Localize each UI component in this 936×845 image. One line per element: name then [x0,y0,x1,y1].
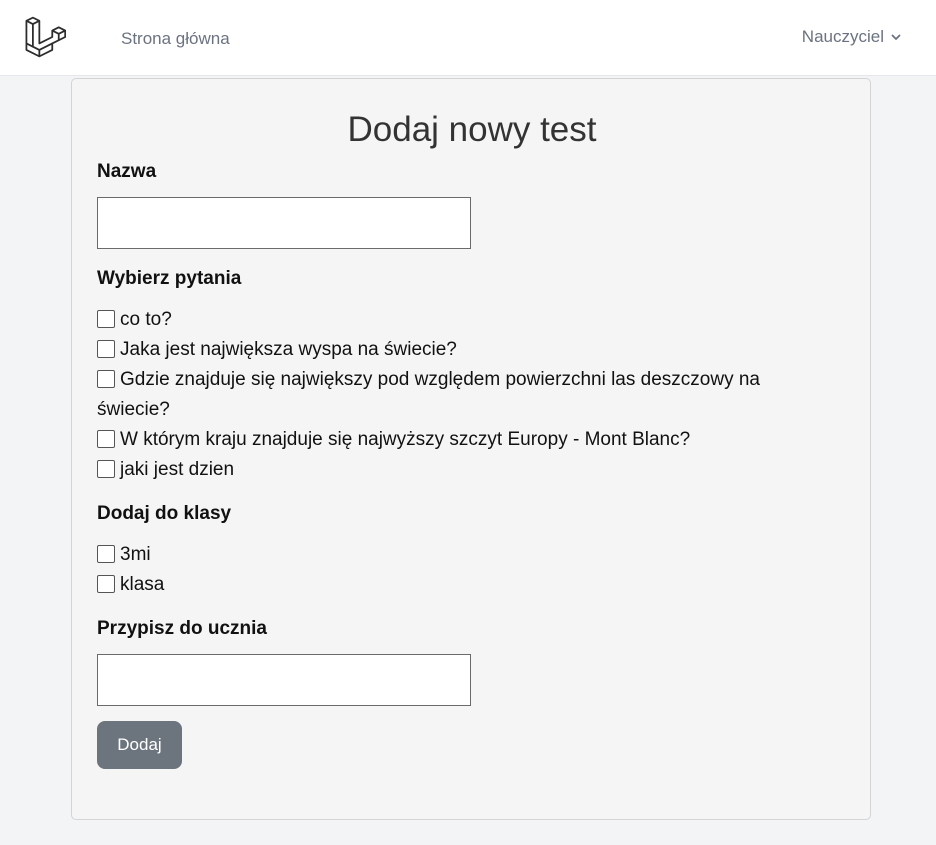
user-menu-label: Nauczyciel [801,27,884,46]
page-title: Dodaj nowy test [347,110,597,149]
name-label: Nazwa [97,161,157,182]
chevron-down-icon [891,34,901,40]
question-checkbox[interactable] [97,460,115,478]
submit-button[interactable]: Dodaj [97,721,182,769]
student-input[interactable] [97,654,471,706]
question-label: W którym kraju znajduje się najwyższy sz… [120,429,691,450]
add-test-card: Dodaj nowy test Nazwa Wybierz pytania co… [71,78,871,820]
name-input[interactable] [97,197,471,249]
class-label: klasa [120,574,165,595]
question-item[interactable]: jaki jest dzien [97,455,837,485]
nav-home-link[interactable]: Strona główna [121,29,230,49]
question-checkbox[interactable] [97,340,115,358]
question-checkbox[interactable] [97,310,115,328]
question-label: Jaka jest największa wyspa na świecie? [120,339,457,360]
student-label: Przypisz do ucznia [97,618,267,639]
questions-label: Wybierz pytania [97,268,242,289]
classes-label: Dodaj do klasy [97,503,232,524]
class-checkbox[interactable] [97,575,115,593]
question-item[interactable]: Jaka jest największa wyspa na świecie? [97,335,837,365]
user-menu-dropdown[interactable]: Nauczyciel [802,27,902,47]
question-checkbox[interactable] [97,430,115,448]
top-navbar: Strona główna Nauczyciel [0,0,936,76]
laravel-logo-icon[interactable] [24,16,66,58]
class-item[interactable]: klasa [97,570,837,600]
question-item[interactable]: Gdzie znajduje się największy pod względ… [97,365,837,425]
question-label: jaki jest dzien [120,459,235,480]
classes-list: 3mi klasa [97,540,837,600]
question-label: Gdzie znajduje się największy pod względ… [97,369,760,420]
question-checkbox[interactable] [97,370,115,388]
question-label: co to? [120,309,172,330]
question-item[interactable]: W którym kraju znajduje się najwyższy sz… [97,425,837,455]
class-label: 3mi [120,544,151,565]
class-item[interactable]: 3mi [97,540,837,570]
questions-list: co to? Jaka jest największa wyspa na świ… [97,305,837,485]
class-checkbox[interactable] [97,545,115,563]
question-item[interactable]: co to? [97,305,837,335]
